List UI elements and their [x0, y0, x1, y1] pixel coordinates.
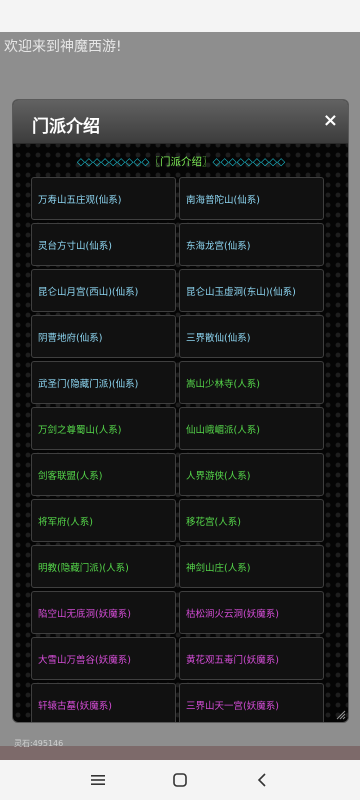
sect-item[interactable]: 陷空山无底洞(妖魔系): [31, 591, 176, 634]
system-nav-bar: [0, 760, 360, 800]
sect-intro-dialog: 门派介绍 × ◇◇◇◇◇◇◇◇◇〖门派介绍〗◇◇◇◇◇◇◇◇◇ 万寿山五庄观(仙…: [12, 99, 349, 723]
close-icon[interactable]: ×: [323, 110, 338, 132]
section-title: 〖门派介绍〗: [149, 156, 213, 168]
sect-item[interactable]: 仙山峨嵋派(人系): [179, 407, 324, 450]
sect-item[interactable]: 万剑之尊蜀山(人系): [31, 407, 176, 450]
sect-item[interactable]: 神剑山庄(人系): [179, 545, 324, 588]
sect-item[interactable]: 明教(隐藏门派)(人系): [31, 545, 176, 588]
sect-item[interactable]: 灵台方寸山(仙系): [31, 223, 176, 266]
sect-item[interactable]: 嵩山少林寺(人系): [179, 361, 324, 404]
sect-item[interactable]: 人界游侠(人系): [179, 453, 324, 496]
dialog-header: 门派介绍 ×: [13, 100, 348, 144]
sect-item[interactable]: 昆仑山月宫(西山)(仙系): [31, 269, 176, 312]
sect-item[interactable]: 大雪山万兽谷(妖魔系): [31, 637, 176, 680]
sect-item[interactable]: 枯松涧火云洞(妖魔系): [179, 591, 324, 634]
money-text: 灵石:495146: [14, 739, 64, 748]
dialog-title: 门派介绍: [32, 117, 100, 137]
sect-item[interactable]: 万寿山五庄观(仙系): [31, 177, 176, 220]
section-deco-right: ◇◇◇◇◇◇◇◇◇: [212, 156, 286, 168]
nav-back-button[interactable]: [242, 760, 282, 800]
menu-icon: [91, 775, 105, 785]
sect-item[interactable]: 三界山天一宫(妖魔系): [179, 683, 324, 722]
nav-menu-button[interactable]: [78, 760, 118, 800]
sect-item[interactable]: 南海普陀山(仙系): [179, 177, 324, 220]
sect-item[interactable]: 将军府(人系): [31, 499, 176, 542]
sect-item[interactable]: 剑客联盟(人系): [31, 453, 176, 496]
home-icon: [173, 773, 187, 787]
sect-item[interactable]: 阴曹地府(仙系): [31, 315, 176, 358]
sect-item[interactable]: 黄花观五毒门(妖魔系): [179, 637, 324, 680]
nav-home-button[interactable]: [160, 760, 200, 800]
section-heading: ◇◇◇◇◇◇◇◇◇〖门派介绍〗◇◇◇◇◇◇◇◇◇: [31, 154, 331, 169]
sect-item[interactable]: 移花宫(人系): [179, 499, 324, 542]
resize-handle-icon[interactable]: [334, 708, 346, 720]
welcome-text: 欢迎来到神魔西游!: [4, 39, 122, 55]
sect-item[interactable]: 昆仑山玉虚洞(东山)(仙系): [179, 269, 324, 312]
section-deco-left: ◇◇◇◇◇◇◇◇◇: [76, 156, 150, 168]
sect-item[interactable]: 轩辕古墓(妖魔系): [31, 683, 176, 722]
status-bar: [0, 0, 360, 32]
sect-item[interactable]: 三界散仙(仙系): [179, 315, 324, 358]
sect-item[interactable]: 武圣门(隐藏门派)(仙系): [31, 361, 176, 404]
sect-item[interactable]: 东海龙宫(仙系): [179, 223, 324, 266]
back-icon: [257, 773, 266, 787]
